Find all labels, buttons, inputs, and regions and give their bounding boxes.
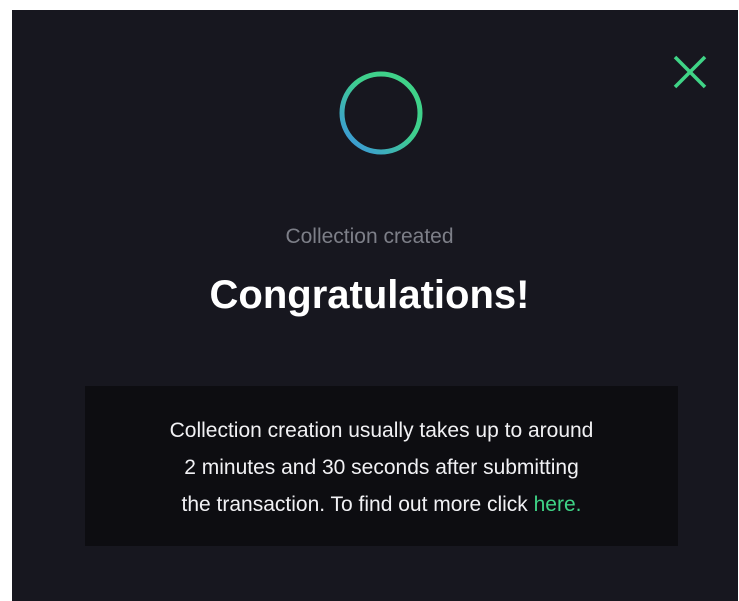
close-button[interactable]: [668, 50, 712, 94]
info-text-line-3-prefix: the transaction. To find out more click: [181, 493, 534, 516]
modal-subtitle: Collection created: [285, 225, 454, 248]
success-modal: Collection created Congratulations! Coll…: [12, 10, 738, 601]
info-text-line-1: Collection creation usually takes up to …: [169, 419, 594, 442]
info-text-line-2: 2 minutes and 30 seconds after submittin…: [184, 456, 579, 479]
learn-more-link[interactable]: here.: [534, 493, 582, 516]
loading-ring-icon: [337, 69, 425, 157]
close-icon: [673, 55, 707, 89]
info-text-line-3: the transaction. To find out more click …: [85, 486, 678, 523]
info-box: Collection creation usually takes up to …: [85, 386, 678, 546]
modal-title: Congratulations!: [209, 273, 530, 317]
